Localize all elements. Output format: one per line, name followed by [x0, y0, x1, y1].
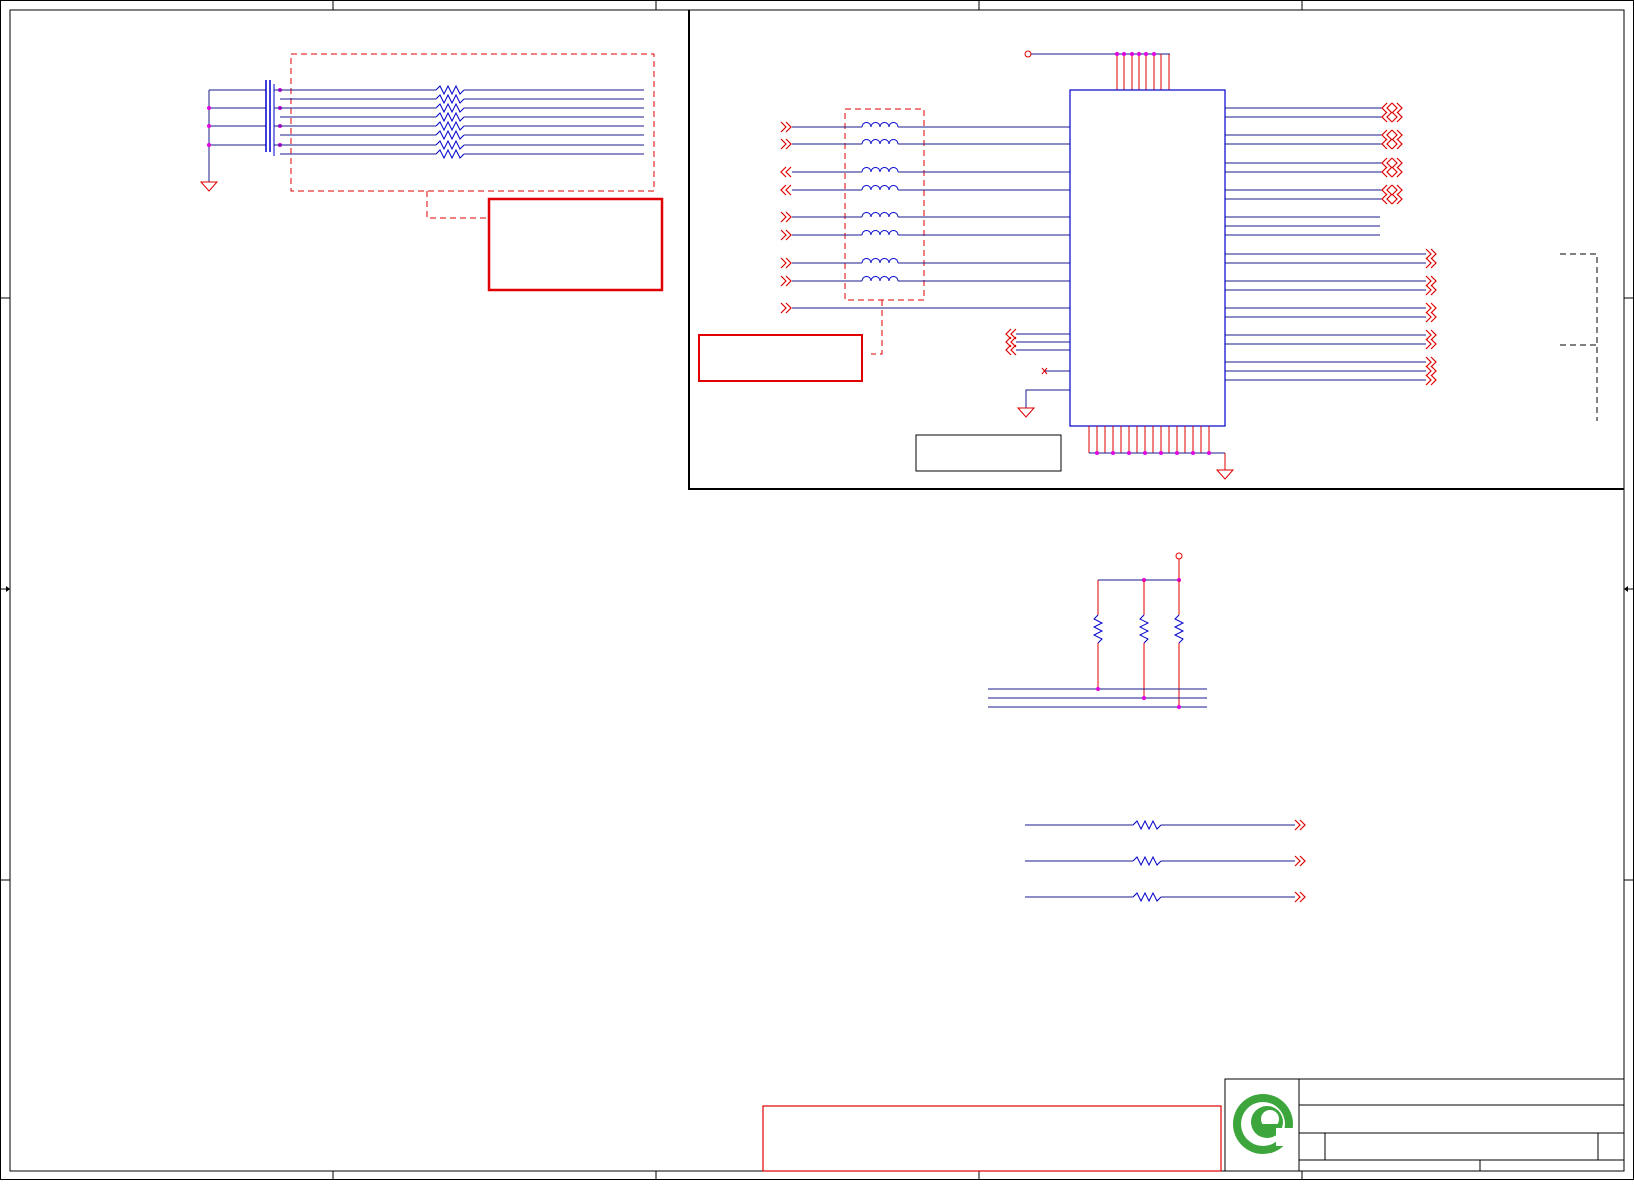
note-box: [487, 197, 664, 292]
offpage-connector-icon: [1381, 102, 1437, 386]
power-flag-icon: [1175, 552, 1183, 560]
schematic-canvas: [0, 0, 1634, 1180]
note-box: [762, 1105, 1222, 1172]
label-box: [915, 434, 1062, 472]
e-logo-icon: [1233, 1094, 1298, 1154]
ground-symbol-icon: [1216, 469, 1234, 480]
ground-symbol-icon: [200, 181, 218, 192]
title-block: [1224, 1078, 1625, 1172]
inductor-icon: [861, 122, 899, 282]
ic-body: [1069, 89, 1226, 427]
offpage-connector-icon: [1294, 819, 1306, 903]
capacitor-icon: [209, 80, 275, 156]
sheet-border: [0, 0, 1634, 1180]
note-box: [698, 334, 863, 382]
ground-symbol-icon: [1017, 407, 1035, 418]
resistor-icon: [1132, 820, 1162, 902]
subsheet-frame: [688, 10, 1624, 490]
pullup-resistor-block: [988, 552, 1207, 709]
resistor-icon: [435, 85, 465, 159]
offpage-connector-icon: [780, 121, 792, 314]
power-flag-icon: [1024, 50, 1032, 58]
series-resistor-block: [1025, 819, 1306, 903]
ic-block: [780, 50, 1598, 480]
resistor-icon: [1093, 614, 1184, 644]
capacitor-resistor-block: [200, 53, 655, 219]
schematic-sheet: [0, 0, 1634, 1180]
